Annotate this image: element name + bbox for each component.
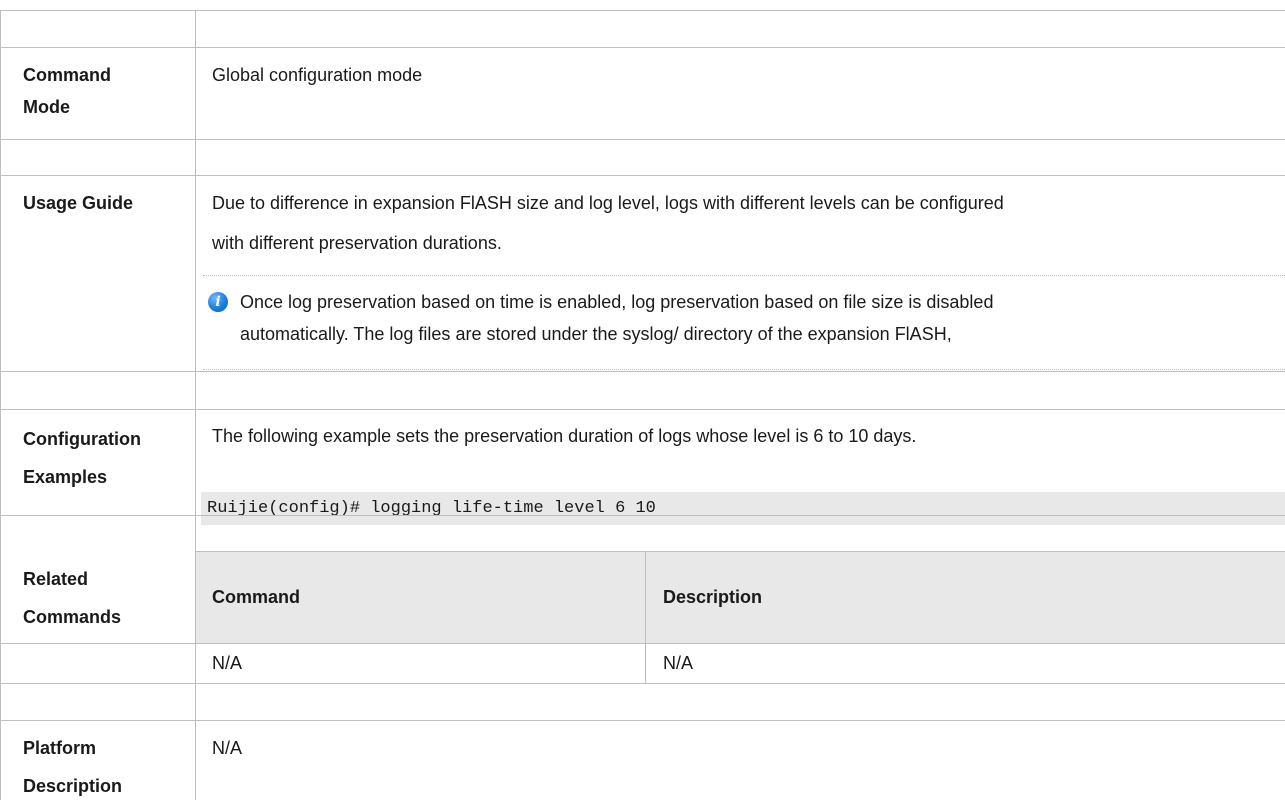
usage-guide-label: Usage Guide xyxy=(23,193,134,213)
command-mode-value: Global configuration mode xyxy=(212,65,423,85)
related-commands-label: Related Commands xyxy=(23,569,122,627)
configuration-examples-label: Configuration Examples xyxy=(23,429,141,487)
related-commands-header-description: Description xyxy=(663,587,763,607)
platform-description-value: N/A xyxy=(212,738,243,758)
code-block: Ruijie(config)# logging life-time level … xyxy=(201,492,1285,525)
platform-description-label: Platform Description xyxy=(23,738,123,796)
command-mode-label: Command Mode xyxy=(23,65,112,117)
code-text: Ruijie(config)# logging life-time level … xyxy=(207,499,656,518)
usage-guide-note: Once log preservation based on time is e… xyxy=(240,292,994,344)
configuration-examples-description: The following example sets the preservat… xyxy=(212,426,917,446)
info-icon: i xyxy=(208,292,228,312)
related-commands-cell-command: N/A xyxy=(212,653,243,673)
related-commands-header-command: Command xyxy=(212,587,301,607)
usage-guide-paragraph: Due to difference in expansion FlASH siz… xyxy=(212,193,1004,253)
related-commands-cell-description: N/A xyxy=(663,653,694,673)
